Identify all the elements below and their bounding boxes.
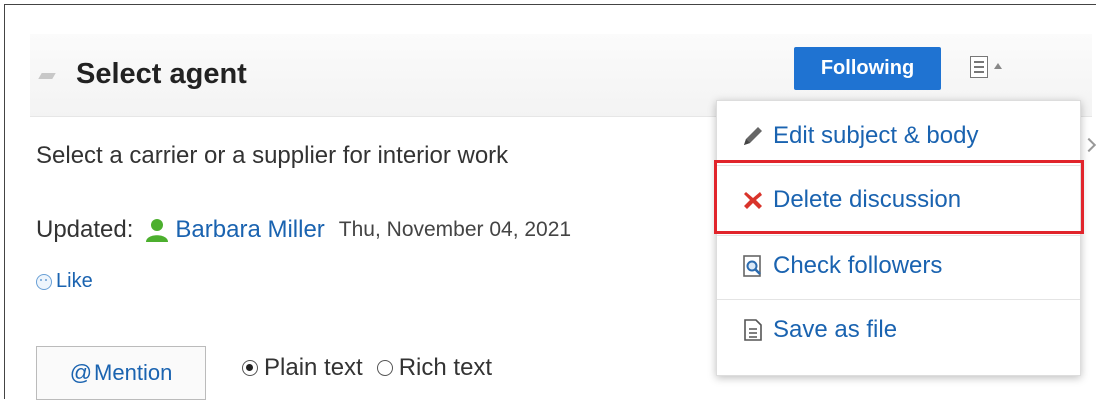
document-icon	[741, 318, 765, 342]
updated-label: Updated:	[36, 216, 134, 243]
like-link[interactable]: Like	[56, 270, 93, 293]
menu-item-label: Edit subject & body	[773, 122, 979, 149]
highlight-box	[714, 160, 1084, 234]
menu-divider	[717, 299, 1080, 300]
menu-item-check-followers[interactable]: Check followers	[717, 237, 1080, 295]
pencil-icon	[741, 124, 765, 148]
user-icon	[143, 216, 171, 244]
post-body: Select a carrier or a supplier for inter…	[36, 142, 509, 169]
updated-row: Updated: Barbara Miller Thu, November 04…	[36, 212, 571, 248]
menu-item-label: Save as file	[773, 316, 898, 343]
updated-date: Thu, November 04, 2021	[338, 218, 572, 241]
plain-text-label[interactable]: Plain text	[264, 354, 363, 382]
magnifier-document-icon	[741, 254, 765, 278]
mention-label: Mention	[94, 360, 173, 385]
caret-up-icon	[994, 63, 1002, 69]
rich-text-radio[interactable]	[376, 360, 393, 376]
menu-divider	[717, 235, 1080, 236]
menu-item-edit-subject-body[interactable]: Edit subject & body	[717, 107, 1080, 165]
menu-item-save-as-file[interactable]: Save as file	[717, 301, 1080, 359]
list-menu-icon	[970, 56, 988, 78]
options-menu-toggle[interactable]	[970, 54, 1022, 84]
like-row[interactable]: Like	[36, 270, 93, 293]
mention-button[interactable]: @ Mention	[36, 346, 206, 400]
menu-item-label: Check followers	[773, 252, 943, 279]
author-link[interactable]: Barbara Miller	[175, 216, 324, 244]
options-dropdown-menu: Edit subject & body Delete discussion Ch…	[716, 100, 1081, 376]
plain-text-radio[interactable]	[242, 360, 258, 376]
following-button[interactable]: Following	[794, 47, 941, 90]
title-marker-icon	[40, 69, 56, 83]
rich-text-label[interactable]: Rich text	[399, 354, 492, 382]
page-title: Select agent	[76, 58, 247, 90]
format-radio-group: Plain text Rich text	[242, 354, 506, 382]
smiley-icon	[36, 273, 52, 290]
at-sign-icon: @	[69, 360, 93, 385]
